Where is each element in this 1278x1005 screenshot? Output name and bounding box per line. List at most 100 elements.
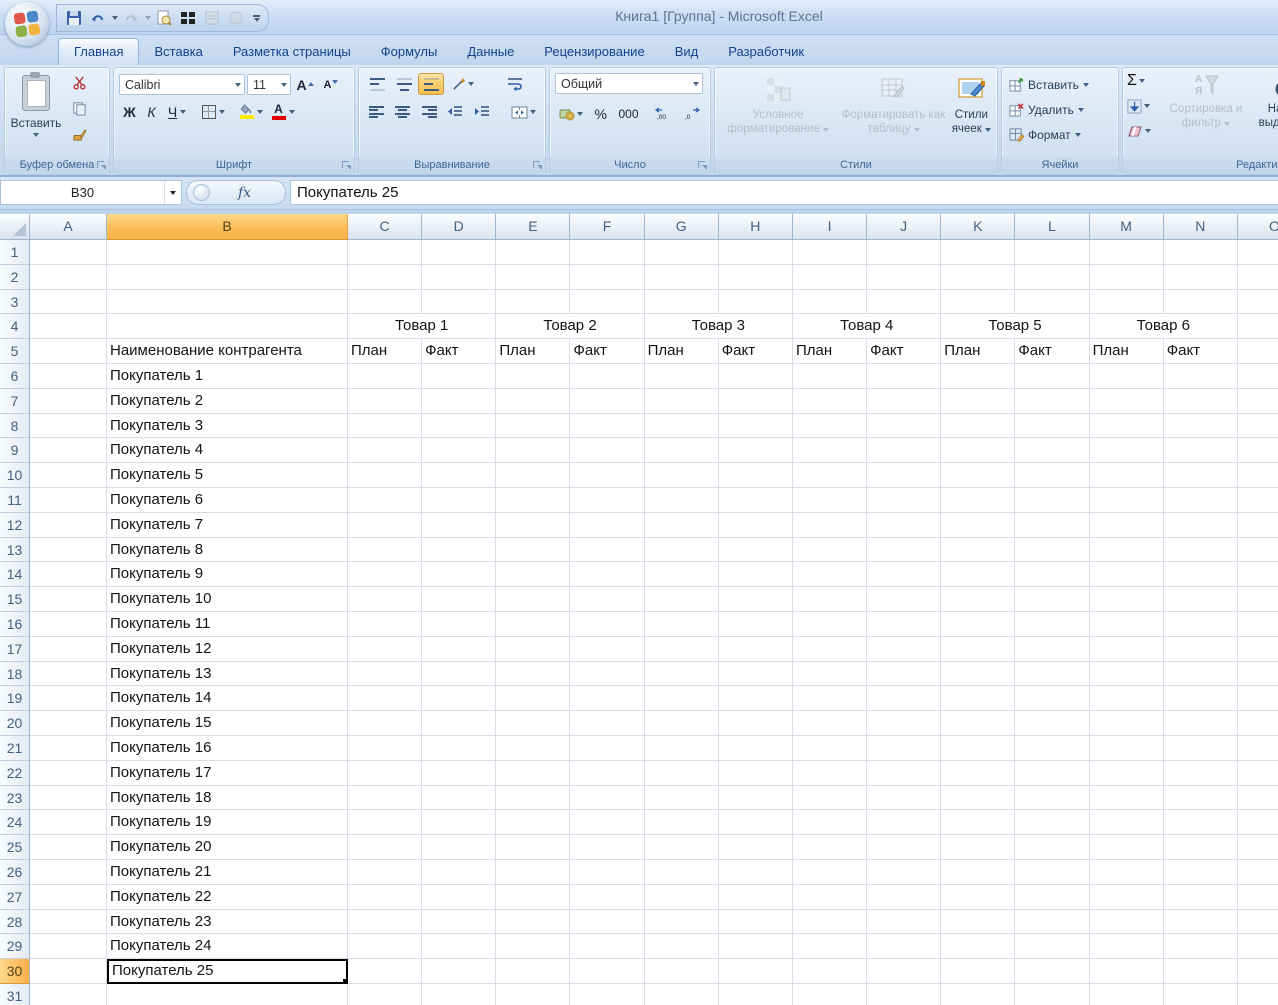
cell[interactable] (867, 810, 941, 835)
cell[interactable] (570, 290, 644, 315)
cell[interactable]: Покупатель 13 (107, 662, 348, 687)
cell[interactable] (941, 612, 1015, 637)
cell[interactable] (1238, 612, 1278, 637)
cell[interactable] (422, 885, 496, 910)
cell[interactable]: Покупатель 8 (107, 538, 348, 563)
save-icon[interactable] (63, 7, 85, 29)
cell[interactable] (1164, 736, 1238, 761)
cell[interactable] (1164, 240, 1238, 265)
conditional-formatting-button[interactable]: Условное форматирование (718, 71, 838, 153)
cell[interactable] (496, 959, 570, 984)
merged-product-header[interactable]: Товар 1 (348, 314, 496, 339)
row-header-22[interactable]: 22 (0, 761, 30, 786)
cell[interactable] (496, 711, 570, 736)
merged-product-header[interactable]: Товар 3 (645, 314, 793, 339)
cell[interactable] (496, 265, 570, 290)
cell[interactable] (867, 513, 941, 538)
cell[interactable]: Факт (1015, 339, 1089, 364)
row-header-28[interactable]: 28 (0, 910, 30, 935)
column-header-O[interactable]: O (1238, 214, 1278, 240)
cell[interactable] (1090, 240, 1164, 265)
cell[interactable] (1238, 438, 1278, 463)
fill-button[interactable] (1127, 95, 1151, 117)
cell[interactable] (793, 959, 867, 984)
cell[interactable] (867, 885, 941, 910)
cell[interactable]: Факт (1164, 339, 1238, 364)
cell[interactable] (1238, 240, 1278, 265)
cell[interactable] (30, 265, 107, 290)
cell[interactable] (719, 513, 793, 538)
cell[interactable] (645, 637, 719, 662)
cell[interactable] (867, 959, 941, 984)
cell[interactable] (645, 686, 719, 711)
cell[interactable] (496, 885, 570, 910)
cell[interactable]: Покупатель 17 (107, 761, 348, 786)
comma-style-button[interactable]: 000 (615, 102, 643, 125)
cell[interactable] (719, 984, 793, 1005)
cell[interactable] (30, 910, 107, 935)
cell[interactable] (422, 513, 496, 538)
cell[interactable] (570, 637, 644, 662)
cell[interactable] (348, 934, 422, 959)
cell[interactable]: План (941, 339, 1015, 364)
cell[interactable] (1238, 587, 1278, 612)
column-header-G[interactable]: G (645, 214, 719, 240)
cell[interactable] (496, 513, 570, 538)
cell[interactable] (793, 414, 867, 439)
cell[interactable] (1090, 835, 1164, 860)
cell[interactable] (348, 810, 422, 835)
cell[interactable] (719, 389, 793, 414)
cell[interactable] (1090, 860, 1164, 885)
cell[interactable] (1015, 761, 1089, 786)
cell[interactable] (1090, 810, 1164, 835)
cell[interactable] (1015, 686, 1089, 711)
cell[interactable] (719, 438, 793, 463)
tab-Разработчик[interactable]: Разработчик (713, 39, 819, 65)
cell[interactable] (570, 984, 644, 1005)
cell[interactable] (107, 265, 348, 290)
cell[interactable] (867, 414, 941, 439)
cell[interactable] (1238, 860, 1278, 885)
cell[interactable] (422, 959, 496, 984)
cell[interactable]: Покупатель 14 (107, 686, 348, 711)
cell[interactable] (793, 240, 867, 265)
cell[interactable] (941, 562, 1015, 587)
cell[interactable] (422, 538, 496, 563)
cell[interactable] (1090, 438, 1164, 463)
cell[interactable] (719, 240, 793, 265)
cell[interactable] (941, 736, 1015, 761)
cell[interactable] (348, 786, 422, 811)
cell[interactable] (570, 538, 644, 563)
cell[interactable] (1015, 463, 1089, 488)
cell[interactable] (719, 761, 793, 786)
cell[interactable] (941, 438, 1015, 463)
cell[interactable] (793, 810, 867, 835)
cell[interactable] (1238, 686, 1278, 711)
cell[interactable]: Факт (719, 339, 793, 364)
cell[interactable] (570, 389, 644, 414)
cell[interactable] (1015, 662, 1089, 687)
cell[interactable] (1238, 339, 1278, 364)
cell[interactable] (570, 835, 644, 860)
row-header-18[interactable]: 18 (0, 662, 30, 687)
cell[interactable] (1015, 513, 1089, 538)
cell[interactable] (793, 637, 867, 662)
cell[interactable] (645, 984, 719, 1005)
cell[interactable] (793, 513, 867, 538)
cell[interactable] (1090, 984, 1164, 1005)
cell[interactable] (570, 240, 644, 265)
cell[interactable] (1090, 488, 1164, 513)
cell[interactable] (496, 860, 570, 885)
increase-decimal-button[interactable]: ,00 (650, 102, 676, 125)
cell[interactable] (1164, 290, 1238, 315)
cell[interactable] (30, 438, 107, 463)
cell[interactable] (941, 885, 1015, 910)
cell[interactable] (645, 463, 719, 488)
cell[interactable] (570, 786, 644, 811)
cell[interactable] (1164, 910, 1238, 935)
cell[interactable] (645, 835, 719, 860)
cell[interactable] (1164, 835, 1238, 860)
cell[interactable] (793, 662, 867, 687)
autosum-button[interactable]: Σ (1127, 70, 1151, 92)
cell[interactable] (570, 463, 644, 488)
